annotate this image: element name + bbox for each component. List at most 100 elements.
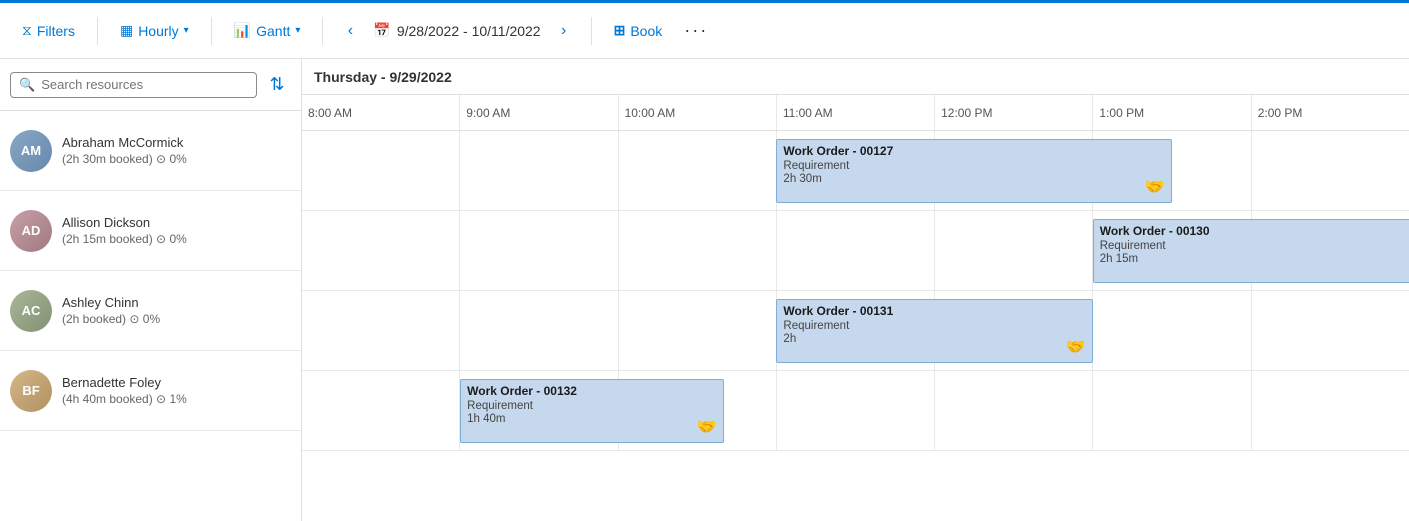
avatar: AM [10, 130, 52, 172]
resource-details: (2h 30m booked) ⊙ 0% [62, 152, 291, 166]
gantt-chevron-icon: ▾ [295, 25, 300, 36]
avatar: BF [10, 370, 52, 412]
book-button[interactable]: ⊞ Book [604, 16, 673, 45]
gantt-row: Work Order - 00132 Requirement 1h 40m 🤝 [302, 371, 1409, 451]
work-order-00130[interactable]: Work Order - 00130 Requirement 2h 15m [1093, 219, 1409, 283]
list-item[interactable]: AC Ashley Chinn (2h booked) ⊙ 0% [0, 271, 301, 351]
search-icon: 🔍 [19, 77, 35, 93]
book-icon: ⊞ [614, 22, 626, 39]
search-bar-row: 🔍 ⇅ [0, 59, 301, 111]
time-slot-header-9am: 9:00 AM [460, 95, 618, 130]
filters-label: Filters [37, 23, 75, 39]
wo-type: Requirement [783, 160, 1164, 172]
resource-name: Abraham McCormick [62, 135, 291, 150]
gantt-row: Work Order - 00131 Requirement 2h 🤝 [302, 291, 1409, 371]
gantt-cell [1252, 291, 1409, 370]
wo-duration: 2h [783, 333, 1085, 345]
time-slot-header-12pm: 12:00 PM [935, 95, 1093, 130]
gantt-cell [302, 291, 460, 370]
resource-info: Bernadette Foley (4h 40m booked) ⊙ 1% [62, 375, 291, 406]
gantt-cell [935, 211, 1093, 290]
time-slot-header-1pm: 1:00 PM [1093, 95, 1251, 130]
gantt-cell [935, 371, 1093, 450]
wo-type: Requirement [783, 320, 1085, 332]
gantt-time-header: 8:00 AM 9:00 AM 10:00 AM 11:00 AM 12:00 … [302, 95, 1409, 131]
hourly-icon: ▦ [120, 22, 133, 39]
wo-duration: 1h 40m [467, 413, 717, 425]
gantt-cell [1252, 371, 1409, 450]
resource-details: (2h 15m booked) ⊙ 0% [62, 232, 291, 246]
gantt-button[interactable]: 📊 Gantt ▾ [224, 16, 311, 45]
work-order-00132[interactable]: Work Order - 00132 Requirement 1h 40m 🤝 [460, 379, 724, 443]
gantt-area: Thursday - 9/29/2022 8:00 AM 9:00 AM 10:… [302, 59, 1409, 521]
gantt-cell [460, 211, 618, 290]
gantt-icon: 📊 [234, 22, 251, 39]
time-slot-header-8am: 8:00 AM [302, 95, 460, 130]
gantt-cell [1093, 371, 1251, 450]
list-item[interactable]: AM Abraham McCormick (2h 30m booked) ⊙ 0… [0, 111, 301, 191]
gantt-cell [619, 131, 777, 210]
list-item[interactable]: AD Allison Dickson (2h 15m booked) ⊙ 0% [0, 191, 301, 271]
sort-button[interactable]: ⇅ [263, 71, 291, 99]
wo-title: Work Order - 00132 [467, 384, 717, 398]
date-range-display: 📅 9/28/2022 - 10/11/2022 [373, 22, 540, 39]
gantt-cell [619, 211, 777, 290]
main-container: 🔍 ⇅ AM Abraham McCormick (2h 30m booked)… [0, 59, 1409, 521]
header-date-text: Thursday - 9/29/2022 [314, 69, 452, 85]
gantt-label: Gantt [256, 23, 290, 39]
sort-icon: ⇅ [269, 74, 284, 95]
search-input[interactable] [41, 77, 248, 92]
resource-list: AM Abraham McCormick (2h 30m booked) ⊙ 0… [0, 111, 301, 521]
wo-title: Work Order - 00127 [783, 144, 1164, 158]
hourly-label: Hourly [138, 23, 178, 39]
wo-type: Requirement [467, 400, 717, 412]
toolbar: ⧖ Filters ▦ Hourly ▾ 📊 Gantt ▾ ‹ 📅 9/28/… [0, 3, 1409, 59]
avatar: AC [10, 290, 52, 332]
filter-icon: ⧖ [22, 22, 32, 39]
gantt-cell [302, 211, 460, 290]
resource-info: Allison Dickson (2h 15m booked) ⊙ 0% [62, 215, 291, 246]
work-order-00131[interactable]: Work Order - 00131 Requirement 2h 🤝 [776, 299, 1092, 363]
resource-info: Abraham McCormick (2h 30m booked) ⊙ 0% [62, 135, 291, 166]
left-panel: 🔍 ⇅ AM Abraham McCormick (2h 30m booked)… [0, 59, 302, 521]
prev-button[interactable]: ‹ [335, 16, 365, 46]
wo-title: Work Order - 00130 [1100, 224, 1409, 238]
resource-info: Ashley Chinn (2h booked) ⊙ 0% [62, 295, 291, 326]
gantt-cell [777, 211, 935, 290]
gantt-row: Work Order - 00127 Requirement 2h 30m 🤝 [302, 131, 1409, 211]
date-range-text: 9/28/2022 - 10/11/2022 [397, 23, 541, 39]
gantt-rows: Work Order - 00127 Requirement 2h 30m 🤝 … [302, 131, 1409, 521]
resource-name: Bernadette Foley [62, 375, 291, 390]
time-slot-header-2pm: 2:00 PM [1252, 95, 1409, 130]
calendar-icon: 📅 [373, 22, 390, 39]
next-button[interactable]: › [549, 16, 579, 46]
filters-button[interactable]: ⧖ Filters [12, 16, 85, 45]
work-order-00127[interactable]: Work Order - 00127 Requirement 2h 30m 🤝 [776, 139, 1171, 203]
gantt-cell [302, 371, 460, 450]
hourly-chevron-icon: ▾ [184, 25, 189, 36]
more-button[interactable]: ··· [680, 15, 712, 47]
resource-details: (2h booked) ⊙ 0% [62, 312, 291, 326]
avatar: AD [10, 210, 52, 252]
divider-1 [97, 17, 98, 45]
time-slot-header-10am: 10:00 AM [619, 95, 777, 130]
wo-duration: 2h 15m [1100, 253, 1409, 265]
handshake-icon: 🤝 [697, 417, 717, 437]
book-label: Book [630, 23, 662, 39]
gantt-cell [777, 371, 935, 450]
gantt-cell [619, 291, 777, 370]
gantt-cell [460, 131, 618, 210]
gantt-header-date: Thursday - 9/29/2022 [302, 59, 1409, 95]
divider-2 [211, 17, 212, 45]
hourly-button[interactable]: ▦ Hourly ▾ [110, 16, 199, 45]
list-item[interactable]: BF Bernadette Foley (4h 40m booked) ⊙ 1% [0, 351, 301, 431]
search-input-wrapper[interactable]: 🔍 [10, 72, 257, 98]
wo-duration: 2h 30m [783, 173, 1164, 185]
resource-name: Ashley Chinn [62, 295, 291, 310]
wo-title: Work Order - 00131 [783, 304, 1085, 318]
time-slot-header-11am: 11:00 AM [777, 95, 935, 130]
handshake-icon: 🤝 [1145, 177, 1165, 197]
divider-3 [322, 17, 323, 45]
divider-4 [591, 17, 592, 45]
resource-name: Allison Dickson [62, 215, 291, 230]
